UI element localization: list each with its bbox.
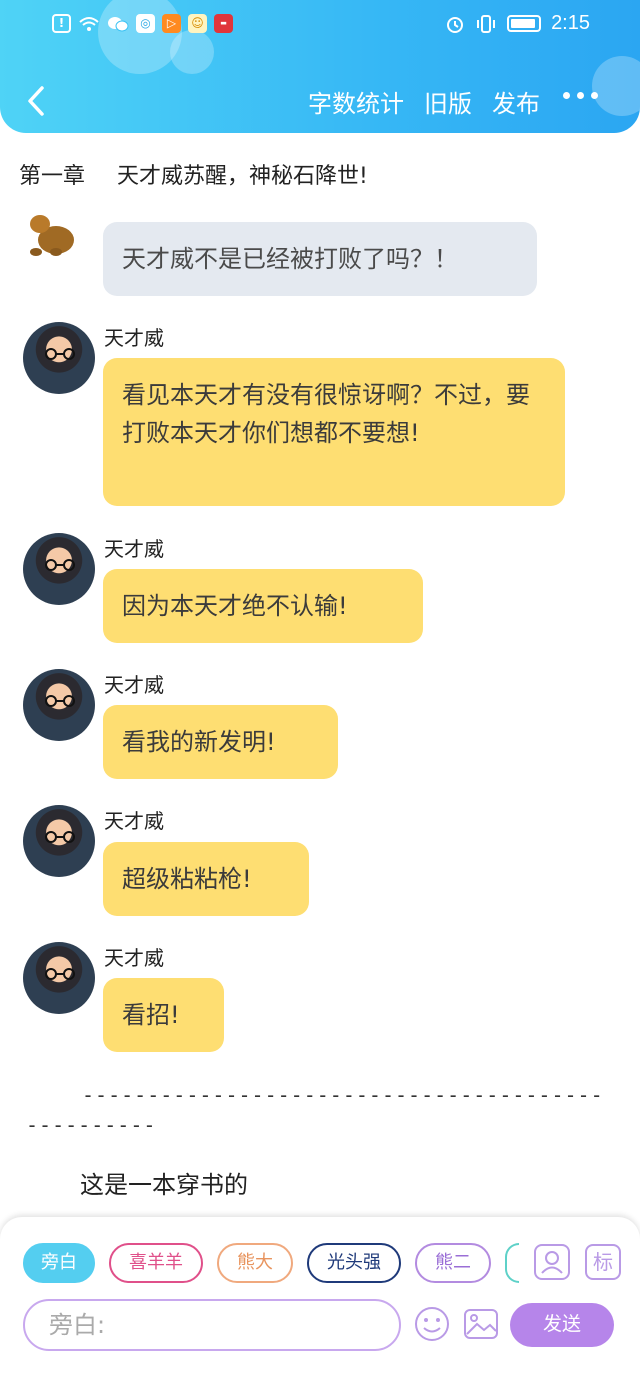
word-count-button[interactable]: 字数统计 <box>308 84 404 119</box>
avatar[interactable] <box>23 805 95 877</box>
message-bubble[interactable]: 超级粘粘枪! <box>103 842 309 916</box>
speaker-name: 天才威 <box>104 537 164 561</box>
status-bar: ! ◎ ▷ ☺ ▬ 2:15 <box>0 8 640 42</box>
chip-narrator[interactable]: 旁白 <box>23 1243 95 1283</box>
alarm-icon <box>447 16 464 33</box>
message-text: 看我的新发明! <box>122 728 276 756</box>
message-input[interactable] <box>23 1299 401 1351</box>
top-header: ! ◎ ▷ ☺ ▬ 2:15 字数统计 旧版 发布 <box>0 0 640 133</box>
send-button[interactable]: 发送 <box>510 1303 614 1347</box>
tag-button[interactable]: 标 <box>585 1244 621 1280</box>
speaker-name: 天才威 <box>104 326 164 350</box>
message-bubble[interactable]: 因为本天才绝不认输! <box>103 569 423 643</box>
message-text: 因为本天才绝不认输! <box>122 592 348 620</box>
avatar[interactable] <box>23 533 95 605</box>
bulb-app-icon: ◎ <box>136 14 155 33</box>
bear-avatar[interactable] <box>26 210 78 256</box>
chip-xiongda[interactable]: 熊大 <box>217 1243 293 1283</box>
speaker-name: 天才威 <box>104 809 164 833</box>
message-text: 看招! <box>122 1001 180 1029</box>
wechat-icon <box>108 16 129 31</box>
character-chips: 旁白 喜羊羊 熊大 光头强 熊二 <box>23 1243 519 1283</box>
message-text: 超级粘粘枪! <box>122 865 252 893</box>
status-time: 2:15 <box>551 12 590 34</box>
huawei-app-icon: ▬ <box>214 14 233 33</box>
message-text: 天才威不是已经被打败了吗？！ <box>122 245 458 273</box>
person-icon[interactable] <box>534 1244 570 1280</box>
old-version-button[interactable]: 旧版 <box>424 84 472 119</box>
publish-button[interactable]: 发布 <box>492 84 540 119</box>
chip-xiyangyang[interactable]: 喜羊羊 <box>109 1243 203 1283</box>
message-bubble[interactable]: 看招! <box>103 978 224 1052</box>
compose-row: 发送 <box>23 1299 623 1353</box>
more-options-icon[interactable] <box>563 92 598 99</box>
avatar[interactable] <box>23 322 95 394</box>
message-bubble[interactable]: 看我的新发明! <box>103 705 338 779</box>
face-app-icon: ☺ <box>188 14 207 33</box>
avatar[interactable] <box>23 669 95 741</box>
nav-bar: 字数统计 旧版 发布 <box>0 82 640 122</box>
compose-panel: 旁白 喜羊羊 熊大 光头强 熊二 标 发送 <box>0 1217 640 1387</box>
body-paragraph: 这是一本穿书的 <box>80 1171 248 1199</box>
chip-partial[interactable] <box>505 1243 519 1283</box>
message-bubble[interactable]: 天才威不是已经被打败了吗？！ <box>103 222 537 296</box>
section-divider: ----------------------------------------… <box>26 1083 604 1137</box>
image-icon[interactable] <box>462 1305 500 1343</box>
message-text: 看见本天才有没有很惊讶啊？不过，要打败本天才你们想都不要想! <box>122 381 530 447</box>
back-arrow-icon[interactable] <box>20 84 54 118</box>
wifi-icon <box>79 16 99 31</box>
vibrate-icon <box>477 14 496 33</box>
speaker-name: 天才威 <box>104 946 164 970</box>
speaker-name: 天才威 <box>104 673 164 697</box>
alert-icon: ! <box>52 14 71 33</box>
emoji-icon[interactable] <box>413 1305 451 1343</box>
video-app-icon: ▷ <box>162 14 181 33</box>
message-bubble[interactable]: 看见本天才有没有很惊讶啊？不过，要打败本天才你们想都不要想! <box>103 358 565 506</box>
avatar[interactable] <box>23 942 95 1014</box>
chip-guangtouqiang[interactable]: 光头强 <box>307 1243 401 1283</box>
chapter-title: 第一章 天才威苏醒，神秘石降世! <box>19 158 368 190</box>
chapter-number: 第一章 <box>19 164 86 189</box>
chapter-name: 天才威苏醒，神秘石降世! <box>117 164 368 189</box>
chip-xionger[interactable]: 熊二 <box>415 1243 491 1283</box>
battery-icon <box>507 15 542 32</box>
